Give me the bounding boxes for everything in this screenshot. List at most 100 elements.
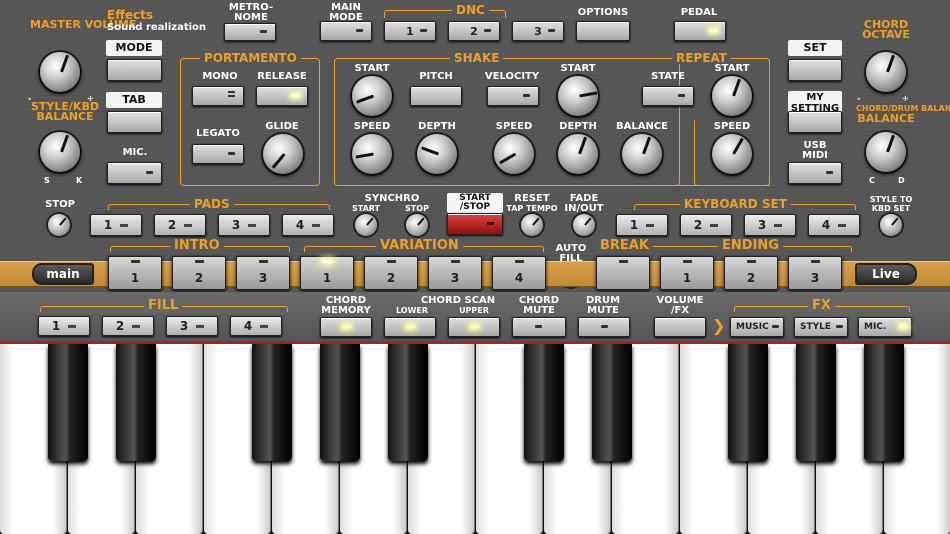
legato-button[interactable] [192,144,244,164]
ending-button-2[interactable]: 2 [724,256,778,290]
mono-button[interactable] [192,86,244,106]
start-stop-label: START /STOP [447,193,503,213]
fx-mic-button[interactable]: MIC. [858,317,912,337]
black-key[interactable] [796,344,836,461]
sync-stop-knob[interactable] [406,214,428,236]
release-button[interactable] [256,86,308,106]
black-key[interactable] [592,344,632,461]
options-button[interactable] [576,21,630,41]
set-button[interactable] [788,59,842,81]
d-label: D [898,176,905,185]
black-key[interactable] [116,344,156,461]
chord-memory-label: CHORD MEMORY [321,295,371,316]
chord-mute-button[interactable] [512,317,566,337]
black-key[interactable] [388,344,428,461]
metronome-label: METRO-NOME [228,2,274,23]
volume-fx-button[interactable] [654,317,706,337]
dnc-button-3[interactable]: 3 [512,21,564,41]
black-key[interactable] [864,344,904,461]
dnc-label: DNC [452,4,489,16]
pad-button-1[interactable]: 1 [90,214,142,236]
effects-subtitle: Sound realization [107,22,207,33]
velocity-start-knob[interactable] [558,76,598,116]
style-to-kbd-knob[interactable] [880,214,902,236]
fade-knob[interactable] [573,214,595,236]
intro-button-2[interactable]: 2 [172,256,226,290]
kbd-set-button-3[interactable]: 3 [744,214,796,236]
repeat-start-knob[interactable] [712,76,752,116]
pad-button-2[interactable]: 2 [154,214,206,236]
style-kbd-balance-knob[interactable] [40,132,80,172]
variation-button-2[interactable]: 2 [364,256,418,290]
usb-midi-button[interactable] [788,162,842,184]
pad-button-3[interactable]: 3 [218,214,270,236]
velocity-button[interactable] [487,86,539,106]
metronome-button[interactable] [224,23,276,41]
master-volume-knob[interactable] [40,52,80,92]
keyboard-app: MASTER VOLUME - + STYLE/KBD BALANCE S K … [0,0,950,534]
shake-depth-knob[interactable] [417,134,457,174]
shake-speed-knob[interactable] [352,134,392,174]
intro-button-3[interactable]: 3 [236,256,290,290]
black-key[interactable] [252,344,292,461]
ending-button-1[interactable]: 1 [660,256,714,290]
drum-mute-button[interactable] [578,317,630,337]
variation-button-3[interactable]: 3 [428,256,482,290]
mode-button[interactable] [107,59,162,81]
keyboard-set-label: KEYBOARD SET [680,198,791,210]
black-key[interactable] [728,344,768,461]
variation-button-4[interactable]: 4 [492,256,546,290]
black-key[interactable] [524,344,564,461]
chord-drum-balance-knob[interactable] [866,132,906,172]
dnc-button-2[interactable]: 2 [448,21,500,41]
chord-memory-button[interactable] [320,317,372,337]
variation-button-1[interactable]: 1 [300,256,354,290]
black-key[interactable] [48,344,88,461]
options-label: OPTIONS [577,7,629,18]
fx-style-button[interactable]: STYLE [794,317,848,337]
mic-button[interactable] [107,162,162,184]
my-setting-button[interactable] [788,111,842,133]
tab-button[interactable] [107,111,162,133]
fill-button-4[interactable]: 4 [230,316,282,336]
break-button[interactable] [596,256,650,290]
start-stop-button[interactable] [447,213,503,235]
fill-button-3[interactable]: 3 [166,316,218,336]
piano-keyboard[interactable] [0,341,950,534]
dnc-button-1[interactable]: 1 [384,21,436,41]
volume-fx-label: VOLUME /FX [656,295,704,316]
ending-button-3[interactable]: 3 [788,256,842,290]
fill-button-1[interactable]: 1 [38,316,90,336]
pad-button-4[interactable]: 4 [282,214,334,236]
chord-octave-knob[interactable] [866,52,906,92]
chord-scan-upper-button[interactable] [448,317,500,337]
repeat-state-button[interactable] [642,86,694,106]
live-nav-button[interactable]: Live [855,263,917,285]
fx-music-button[interactable]: MUSIC [730,317,784,337]
balance-label: BALANCE [857,112,915,125]
c-label: C [869,176,875,185]
reset-knob[interactable] [521,214,543,236]
tab-label: TAB [106,92,162,108]
shake-pitch-button[interactable] [410,86,462,106]
repeat-speed-knob[interactable] [712,134,752,174]
shake-depth-label: DEPTH [418,121,456,132]
kbd-set-button-4[interactable]: 4 [808,214,860,236]
mono-label: MONO [202,71,238,82]
pedal-button[interactable] [674,21,726,41]
black-key[interactable] [320,344,360,461]
fill-button-2[interactable]: 2 [102,316,154,336]
kbd-set-button-1[interactable]: 1 [616,214,668,236]
shake-start-knob[interactable] [352,76,392,116]
stop-knob[interactable] [48,214,70,236]
kbd-set-button-2[interactable]: 2 [680,214,732,236]
intro-button-1[interactable]: 1 [108,256,162,290]
velocity-speed-knob[interactable] [494,134,534,174]
velocity-depth-knob[interactable] [558,134,598,174]
glide-knob[interactable] [263,134,303,174]
main-mode-button[interactable] [320,21,372,41]
sync-start-knob[interactable] [355,214,377,236]
main-nav-button[interactable]: main [32,263,94,285]
chord-mute-label: CHORD MUTE [518,295,560,316]
chord-scan-lower-button[interactable] [384,317,436,337]
